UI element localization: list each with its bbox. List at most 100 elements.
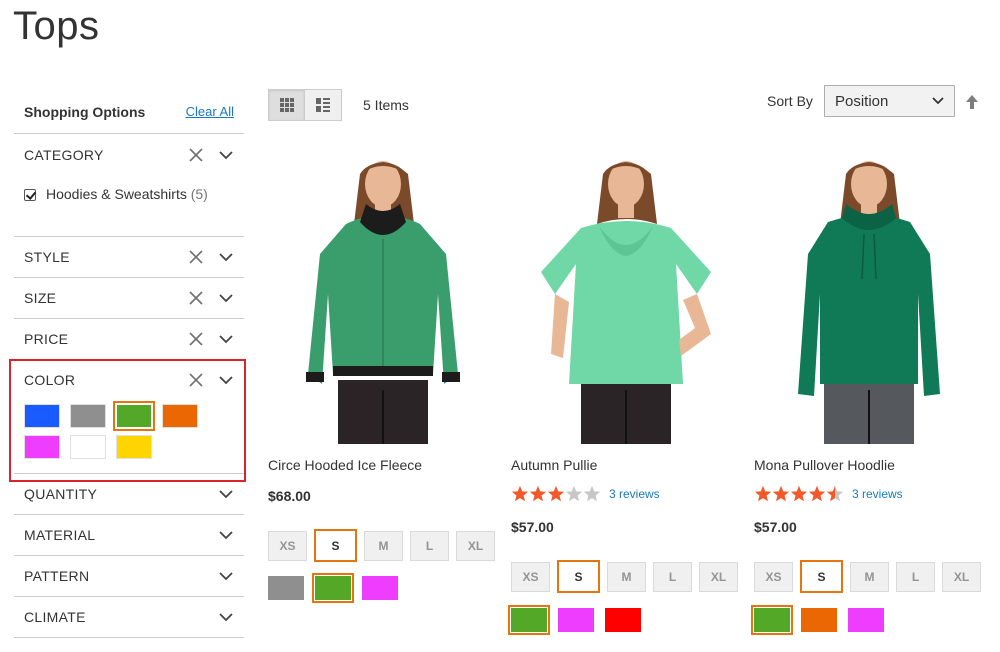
- product-price: $57.00: [754, 519, 797, 535]
- color-option[interactable]: [605, 608, 641, 632]
- chevron-down-icon[interactable]: [218, 372, 234, 388]
- size-option[interactable]: M: [364, 531, 403, 561]
- star-icon: [772, 485, 790, 502]
- star-icon: [790, 485, 808, 502]
- chevron-down-icon[interactable]: [218, 290, 234, 306]
- remove-filter-icon[interactable]: [188, 290, 204, 306]
- star-icon: [826, 485, 844, 502]
- filter-pattern: PATTERN: [14, 556, 244, 597]
- filter-color: COLOR: [9, 359, 246, 482]
- color-options: [508, 605, 641, 635]
- shopping-options-sidebar: Shopping Options Clear All CATEGORY Hood…: [9, 90, 246, 638]
- star-icon: [529, 485, 547, 502]
- color-swatch[interactable]: [113, 401, 155, 431]
- size-option[interactable]: XL: [699, 562, 738, 592]
- product-card: Mona Pullover Hoodlie 3 reviews $57.00 XS…: [751, 144, 984, 635]
- filter-price-header[interactable]: PRICE: [14, 319, 244, 359]
- chevron-down-icon[interactable]: [218, 568, 234, 584]
- product-photo[interactable]: [754, 144, 984, 444]
- chevron-down-icon[interactable]: [218, 147, 234, 163]
- size-option[interactable]: XS: [754, 562, 793, 592]
- sort-by-value: Position: [835, 92, 889, 110]
- star-icon: [808, 485, 826, 502]
- star-icon: [583, 485, 601, 502]
- chevron-down-icon[interactable]: [218, 331, 234, 347]
- size-option[interactable]: L: [653, 562, 692, 592]
- product-name[interactable]: Mona Pullover Hoodlie: [754, 457, 895, 473]
- remove-filter-icon[interactable]: [188, 331, 204, 347]
- filter-size-header[interactable]: SIZE: [14, 278, 244, 318]
- page-title: Tops: [13, 4, 100, 48]
- chevron-down-icon[interactable]: [218, 486, 234, 502]
- filter-material-label: MATERIAL: [24, 527, 96, 543]
- size-option[interactable]: XS: [511, 562, 550, 592]
- remove-filter-icon[interactable]: [188, 372, 204, 388]
- category-option-count: (5): [190, 186, 208, 202]
- size-option[interactable]: S: [800, 560, 843, 593]
- filter-climate-header[interactable]: CLIMATE: [14, 597, 244, 637]
- size-option[interactable]: XS: [268, 531, 307, 561]
- size-option[interactable]: L: [410, 531, 449, 561]
- filter-pattern-header[interactable]: PATTERN: [14, 556, 244, 596]
- color-swatch[interactable]: [70, 435, 106, 459]
- size-option[interactable]: M: [607, 562, 646, 592]
- color-swatch[interactable]: [116, 435, 152, 459]
- filter-quantity-label: QUANTITY: [24, 486, 98, 502]
- grid-view-button[interactable]: [268, 89, 305, 121]
- sort-by-select[interactable]: Position: [824, 85, 955, 117]
- color-option[interactable]: [312, 573, 354, 603]
- sort-direction-arrow-icon[interactable]: [965, 94, 979, 110]
- product-rating: 3 reviews: [754, 485, 903, 502]
- product-name[interactable]: Circe Hooded Ice Fleece: [268, 457, 422, 473]
- color-option[interactable]: [362, 576, 398, 600]
- size-option[interactable]: M: [850, 562, 889, 592]
- color-option[interactable]: [848, 608, 884, 632]
- size-option[interactable]: S: [314, 529, 357, 562]
- remove-filter-icon[interactable]: [188, 249, 204, 265]
- color-option[interactable]: [801, 608, 837, 632]
- color-swatch[interactable]: [24, 404, 60, 428]
- category-checkbox[interactable]: [24, 189, 36, 201]
- color-options: [751, 605, 884, 635]
- star-icon: [565, 485, 583, 502]
- product-name[interactable]: Autumn Pullie: [511, 457, 597, 473]
- clear-all-link[interactable]: Clear All: [186, 104, 234, 119]
- size-option[interactable]: L: [896, 562, 935, 592]
- remove-filter-icon[interactable]: [188, 147, 204, 163]
- filter-pattern-label: PATTERN: [24, 568, 90, 584]
- color-option[interactable]: [268, 576, 304, 600]
- filter-style-header[interactable]: STYLE: [14, 237, 244, 277]
- filter-price-label: PRICE: [24, 331, 69, 347]
- filter-category-header[interactable]: CATEGORY: [14, 134, 244, 176]
- chevron-down-icon[interactable]: [218, 249, 234, 265]
- color-option[interactable]: [558, 608, 594, 632]
- category-option-row[interactable]: Hoodies & Sweatshirts (5): [14, 176, 244, 236]
- filter-price: PRICE: [14, 319, 244, 360]
- color-option[interactable]: [751, 605, 793, 635]
- size-option[interactable]: S: [557, 560, 600, 593]
- size-option[interactable]: XL: [942, 562, 981, 592]
- filter-color-header[interactable]: COLOR: [14, 360, 244, 400]
- filter-quantity-header[interactable]: QUANTITY: [14, 474, 244, 514]
- view-mode-toggle: [268, 89, 342, 121]
- star-icon: [547, 485, 565, 502]
- color-swatch[interactable]: [24, 435, 60, 459]
- product-photo[interactable]: [511, 144, 741, 444]
- color-swatch[interactable]: [70, 404, 106, 428]
- filter-material-header[interactable]: MATERIAL: [14, 515, 244, 555]
- size-option[interactable]: XL: [456, 531, 495, 561]
- product-price: $57.00: [511, 519, 554, 535]
- filter-climate-label: CLIMATE: [24, 609, 86, 625]
- shopping-options-header: Shopping Options Clear All: [14, 90, 244, 134]
- size-options: XS S M L XL: [511, 560, 738, 593]
- list-view-button[interactable]: [305, 89, 342, 121]
- chevron-down-icon[interactable]: [218, 527, 234, 543]
- filter-material: MATERIAL: [14, 515, 244, 556]
- color-swatch[interactable]: [162, 404, 198, 428]
- reviews-link[interactable]: 3 reviews: [609, 487, 660, 501]
- chevron-down-icon[interactable]: [218, 609, 234, 625]
- product-photo[interactable]: [268, 144, 498, 444]
- filter-color-label: COLOR: [24, 372, 76, 388]
- color-option[interactable]: [508, 605, 550, 635]
- reviews-link[interactable]: 3 reviews: [852, 487, 903, 501]
